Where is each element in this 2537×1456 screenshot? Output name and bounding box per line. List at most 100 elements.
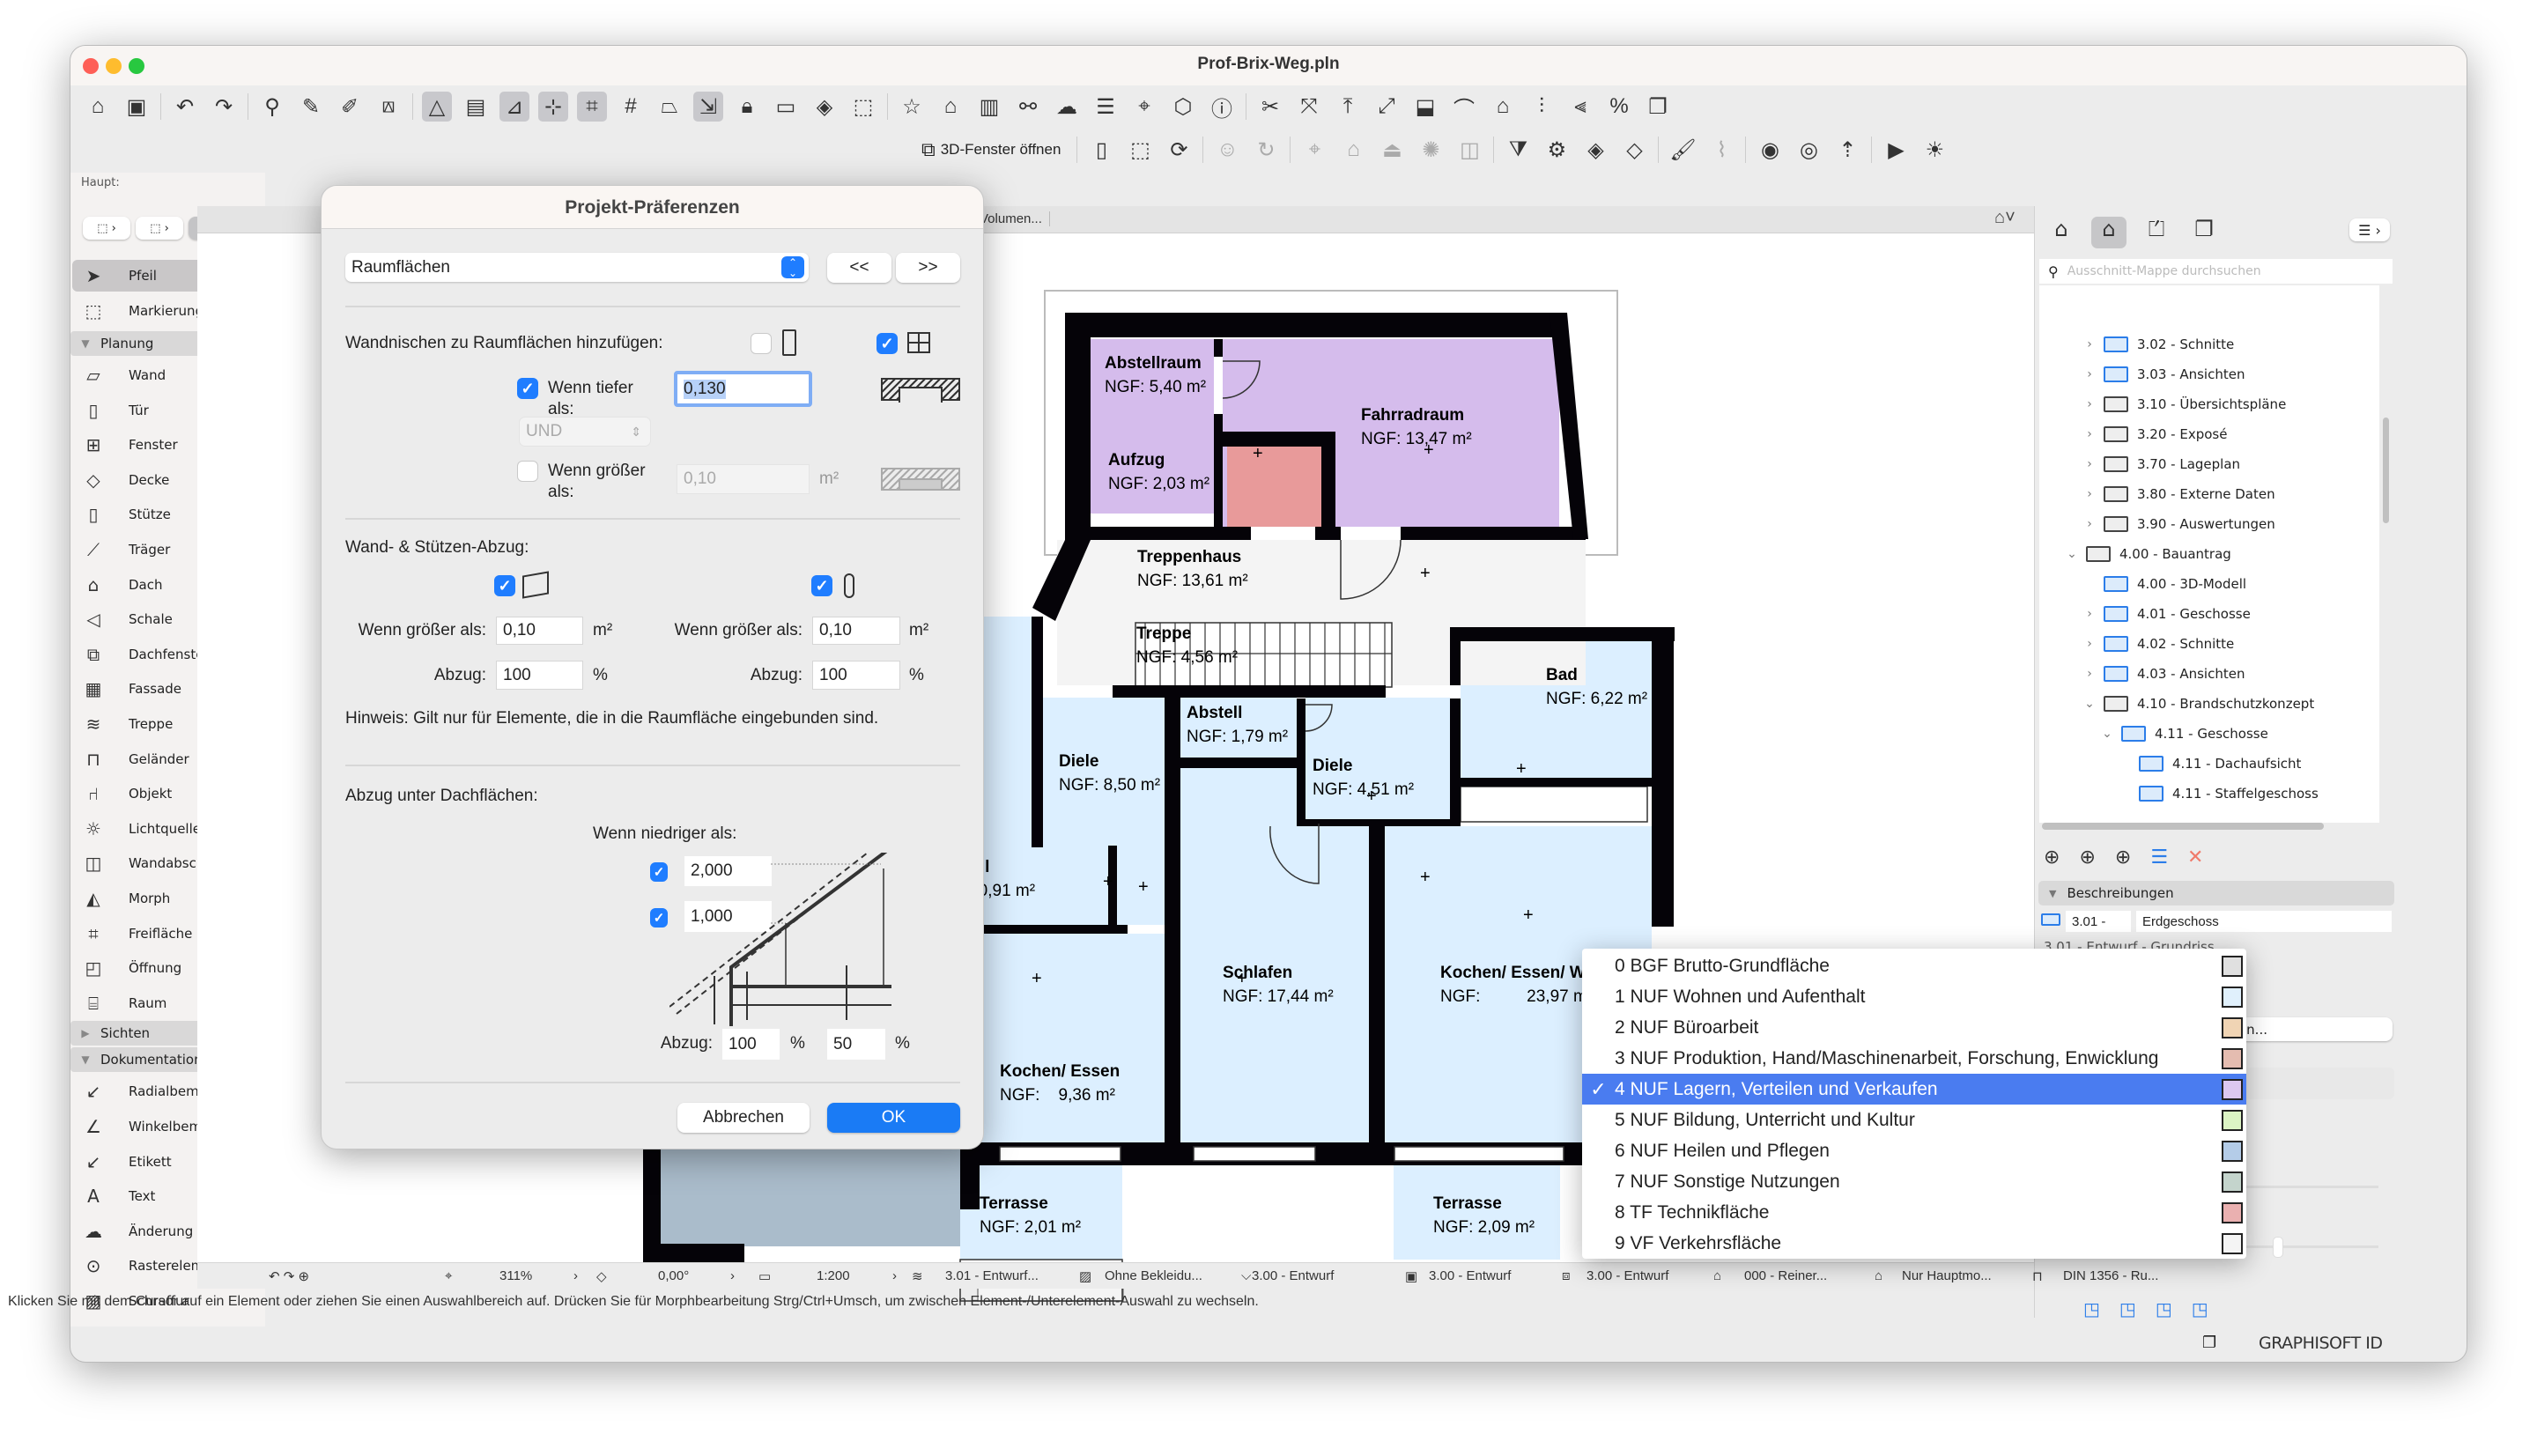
room-area: NGF: 9,36 m²	[1000, 1086, 1115, 1105]
next-page-button[interactable]: >>	[896, 253, 960, 283]
model-view-icon[interactable]: ▣	[1405, 1268, 1417, 1284]
category-menu-item[interactable]: 1 NUF Wohnen und Aufenthalt	[1582, 981, 2246, 1012]
scale-icon[interactable]: ▭	[758, 1268, 771, 1284]
structure-icon[interactable]: ▨	[1079, 1268, 1091, 1284]
wall	[1652, 627, 1674, 927]
angle-icon[interactable]: ◇	[596, 1268, 607, 1284]
niches-window-checkbox[interactable]: ✓	[876, 333, 898, 354]
cancel-button[interactable]: Abbrechen	[677, 1103, 810, 1133]
room-name[interactable]: Bad	[1546, 666, 1578, 684]
zoom-level[interactable]: 311%	[499, 1268, 532, 1283]
wall	[1180, 758, 1297, 768]
percent-label: %	[790, 1034, 805, 1053]
category-color-swatch	[2222, 1233, 2243, 1254]
wall	[1214, 414, 1223, 528]
room-name[interactable]: Terrasse	[1433, 1194, 1502, 1213]
room-center-marker: +	[1366, 787, 1377, 806]
layer-combo[interactable]: 3.01 - Entwurf...	[945, 1268, 1039, 1283]
model-view-options[interactable]: 3.00 - Entwurf	[1429, 1268, 1511, 1283]
room-name[interactable]: Fahrradraum	[1361, 406, 1464, 425]
layer-combo-icon[interactable]: ≋	[912, 1268, 923, 1284]
hint-text: Hinweis: Gilt nur für Elemente, die in d…	[345, 709, 879, 728]
height-2-checkbox[interactable]: ✓	[650, 908, 668, 928]
category-menu-item[interactable]: 5 NUF Bildung, Unterricht und Kultur	[1582, 1105, 2246, 1135]
dimension-standard[interactable]: DIN 1356 - Ru...	[2063, 1268, 2158, 1283]
room-name[interactable]: Diele	[1313, 757, 1352, 775]
roof-height-diagram-icon	[669, 853, 891, 1026]
chevron-right-icon[interactable]: ›	[573, 1268, 578, 1283]
dim-standard-icon[interactable]: ⊓	[2032, 1268, 2043, 1284]
column-deduct-input[interactable]: 100	[812, 661, 900, 690]
pen-set-icon[interactable]: ⌵	[1241, 1268, 1251, 1283]
height-1-checkbox[interactable]: ✓	[650, 862, 668, 882]
zoom-controls-icon[interactable]: ↶ ↷ ⊕	[269, 1268, 309, 1284]
view-options-icon[interactable]: ⌂˅	[1994, 208, 2016, 228]
niche-depth-input[interactable]: 0,130	[674, 371, 812, 407]
dimension-icon[interactable]: ⧈	[1562, 1268, 1571, 1283]
partial-structure[interactable]: Ohne Bekleidu...	[1105, 1268, 1202, 1283]
room-name[interactable]: Kochen/ Essen	[1000, 1062, 1120, 1081]
room-name[interactable]: Diele	[1059, 752, 1098, 771]
category-menu-item[interactable]: 0 BGF Brutto-Grundfläche	[1582, 950, 2246, 981]
orientation-angle[interactable]: 0,00°	[658, 1268, 689, 1283]
category-menu-item[interactable]: 3 NUF Produktion, Hand/Maschinenarbeit, …	[1582, 1043, 2246, 1074]
room-name[interactable]: Terrasse	[980, 1194, 1048, 1213]
column-area-input[interactable]: 0,10	[812, 617, 900, 645]
category-menu-item[interactable]: 7 NUF Sonstige Nutzungen	[1582, 1166, 2246, 1197]
renovation-icon[interactable]: ⌂	[1713, 1268, 1721, 1283]
drawing-scale[interactable]: 1:200	[817, 1268, 850, 1283]
ok-button[interactable]: OK	[827, 1103, 960, 1133]
pen-set[interactable]: 3.00 - Entwurf	[1252, 1268, 1334, 1283]
preferences-page-select[interactable]: Raumflächen ⌃ ⌄	[345, 253, 809, 282]
column-deduct-label: Abzug:	[750, 666, 803, 684]
category-color-swatch	[2222, 1141, 2243, 1162]
category-menu-item[interactable]: ✓ 4 NUF Lagern, Verteilen und Verkaufen	[1582, 1074, 2246, 1105]
divider	[345, 1082, 960, 1083]
wall-deduct-input[interactable]: 100	[496, 661, 583, 690]
roof-deduct-2-input[interactable]: 50	[827, 1029, 885, 1060]
category-color-swatch	[2222, 956, 2243, 977]
room-category-menu: 0 BGF Brutto-Grundfläche 1 NUF Wohnen und…	[1582, 949, 2246, 1259]
category-menu-item[interactable]: 2 NUF Büroarbeit	[1582, 1012, 2246, 1043]
column-deduction-checkbox[interactable]: ✓	[811, 575, 832, 596]
deeper-than-checkbox[interactable]: ✓	[517, 378, 538, 399]
previous-page-button[interactable]: <<	[827, 253, 891, 283]
room-name[interactable]: Aufzug	[1108, 451, 1165, 469]
room-name[interactable]: Schlafen	[1223, 964, 1292, 982]
niche-area-diagram-icon	[881, 468, 960, 491]
room-name[interactable]: Treppe	[1136, 625, 1191, 643]
niche-area-input[interactable]: 0,10	[677, 464, 810, 494]
roof-deduct-1-input[interactable]: 100	[722, 1029, 780, 1060]
wall-deduction-checkbox[interactable]: ✓	[494, 575, 515, 596]
room-name[interactable]: Treppenhaus	[1137, 548, 1241, 566]
wall	[1297, 698, 1305, 826]
category-menu-item[interactable]: 6 NUF Heilen und Pflegen	[1582, 1135, 2246, 1166]
niches-door-checkbox[interactable]	[751, 333, 772, 354]
wall	[1321, 432, 1335, 528]
logic-operator-select[interactable]: UND ⇕	[519, 417, 651, 447]
category-color-swatch	[2222, 1110, 2243, 1131]
category-menu-item[interactable]: 8 TF Technikfläche	[1582, 1197, 2246, 1228]
room-name[interactable]: Abstell	[1187, 704, 1242, 722]
category-menu-item[interactable]: 9 VF Verkehrsfläche	[1582, 1228, 2246, 1259]
room-area: NGF: 4,51 m²	[1313, 780, 1414, 799]
view-tab[interactable]: Volumen...	[980, 211, 1050, 226]
category-color-swatch	[2222, 1048, 2243, 1069]
larger-than-checkbox[interactable]	[517, 461, 538, 482]
checkmark-icon: ✓	[1590, 1077, 1607, 1100]
wall	[1065, 313, 1091, 540]
chevron-right-icon[interactable]: ›	[892, 1268, 897, 1283]
chevron-right-icon[interactable]: ›	[730, 1268, 735, 1283]
wall-area-input[interactable]: 0,10	[496, 617, 583, 645]
room-area: NGF: 13,61 m²	[1137, 572, 1248, 590]
model-filter-icon[interactable]: ⌂	[1875, 1268, 1882, 1283]
zoom-fit-icon[interactable]: ⌖	[445, 1268, 452, 1283]
dimension-style[interactable]: 3.00 - Entwurf	[1587, 1268, 1668, 1283]
model-filter[interactable]: Nur Hauptmo...	[1902, 1268, 1992, 1283]
wall	[1315, 527, 1341, 540]
renovation-filter[interactable]: 000 - Reiner...	[1744, 1268, 1827, 1283]
room-area: NGF: 13,47 m²	[1361, 430, 1472, 448]
kitchen-counter	[1460, 786, 1648, 823]
room-center-marker: +	[1424, 440, 1434, 460]
room-name[interactable]: Abstellraum	[1105, 354, 1202, 373]
